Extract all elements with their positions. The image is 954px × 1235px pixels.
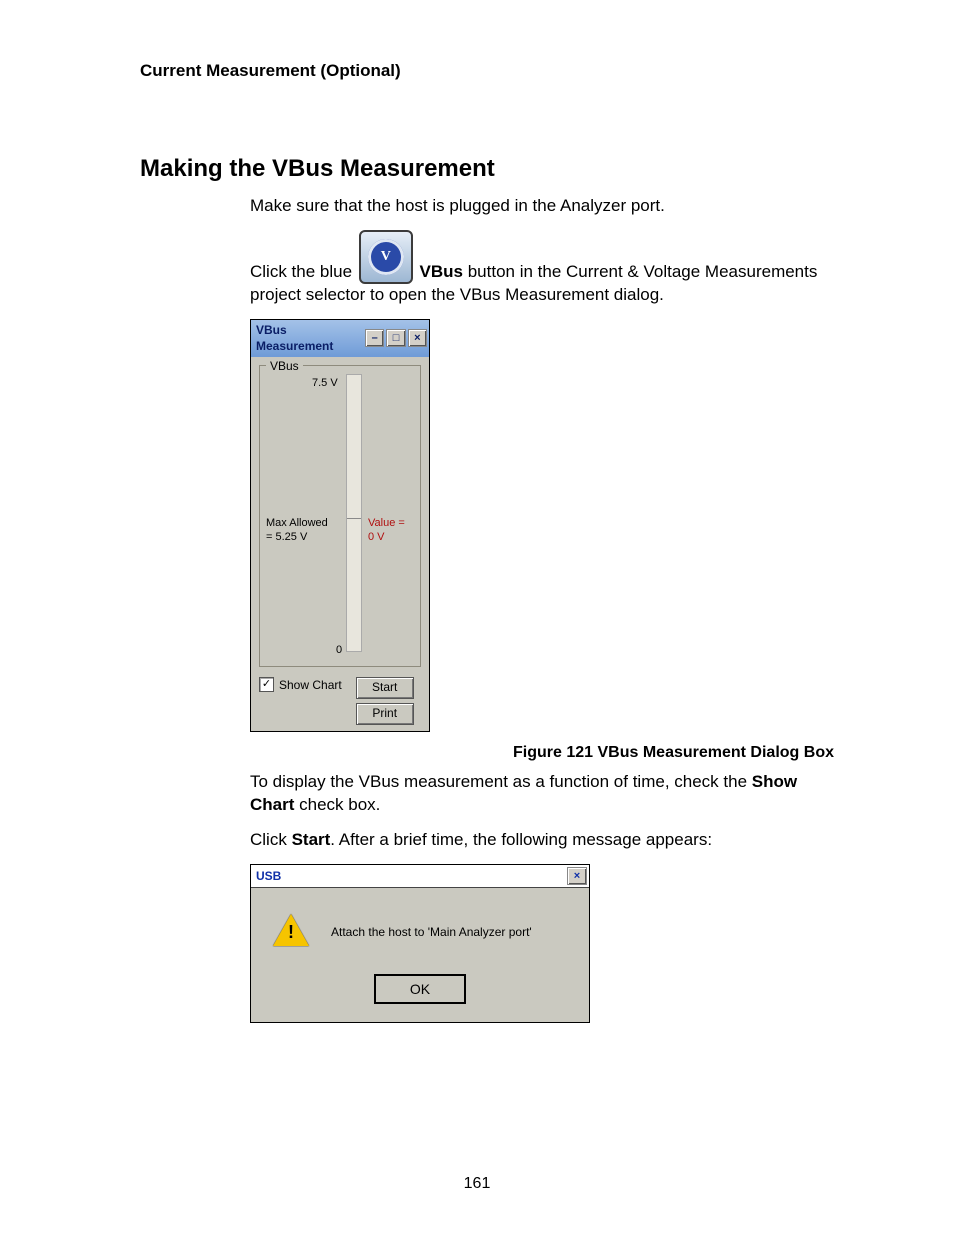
maximize-icon[interactable]: □	[386, 329, 405, 347]
vbus-title-text: VBus Measurement	[256, 322, 363, 354]
vbus-gauge	[346, 374, 362, 652]
vbus-titlebar: VBus Measurement – □ ×	[251, 320, 429, 356]
axis-bottom-label: 0	[336, 643, 342, 658]
warning-icon: !	[273, 914, 309, 950]
usb-message-dialog: USB × ! Attach the host to 'Main Analyze…	[250, 864, 590, 1023]
axis-top-label: 7.5 V	[312, 376, 338, 391]
para2-leading: Click the blue	[250, 262, 357, 281]
para4-start-word: Start	[292, 830, 331, 849]
paragraph-intro: Make sure that the host is plugged in th…	[250, 195, 834, 218]
ok-button[interactable]: OK	[374, 974, 466, 1004]
para4-trailing: . After a brief time, the following mess…	[330, 830, 712, 849]
max-allowed-label: Max Allowed = 5.25 V	[266, 516, 328, 546]
paragraph-show-chart: To display the VBus measurement as a fun…	[250, 771, 834, 817]
para3-trailing: check box.	[294, 795, 380, 814]
paragraph-click-vbus: Click the blue V VBus button in the Curr…	[250, 230, 834, 307]
section-header: Current Measurement (Optional)	[140, 60, 834, 83]
groupbox-legend: VBus	[266, 358, 303, 374]
usb-titlebar: USB ×	[251, 865, 589, 888]
usb-title-text: USB	[256, 868, 281, 884]
vbus-icon-glyph: V	[368, 239, 404, 275]
usb-message-text: Attach the host to 'Main Analyzer port'	[331, 924, 532, 940]
vbus-measurement-dialog: VBus Measurement – □ × VBus 7.5 V 0 Max …	[250, 319, 430, 731]
figure-caption: Figure 121 VBus Measurement Dialog Box	[140, 742, 834, 764]
paragraph-click-start: Click Start. After a brief time, the fol…	[250, 829, 834, 852]
vbus-icon: V	[359, 230, 413, 284]
para3-leading: To display the VBus measurement as a fun…	[250, 772, 752, 791]
page-number: 161	[0, 1173, 954, 1195]
minimize-icon[interactable]: –	[365, 329, 384, 347]
heading-making-vbus: Making the VBus Measurement	[140, 153, 834, 185]
para1: Make sure that the host is plugged in th…	[250, 195, 834, 218]
close-icon[interactable]: ×	[408, 329, 427, 347]
show-chart-checkbox[interactable]: ✓ Show Chart	[259, 677, 342, 693]
vbus-groupbox: VBus 7.5 V 0 Max Allowed = 5.25 V Value …	[259, 365, 421, 667]
value-label: Value = 0 V	[368, 516, 405, 546]
para4-leading: Click	[250, 830, 292, 849]
usb-close-icon[interactable]: ×	[567, 867, 587, 885]
para2-vbus-word: VBus	[420, 262, 463, 281]
checkbox-icon: ✓	[259, 677, 274, 692]
show-chart-label: Show Chart	[279, 677, 342, 693]
start-button[interactable]: Start	[356, 677, 414, 699]
print-button[interactable]: Print	[356, 703, 414, 725]
